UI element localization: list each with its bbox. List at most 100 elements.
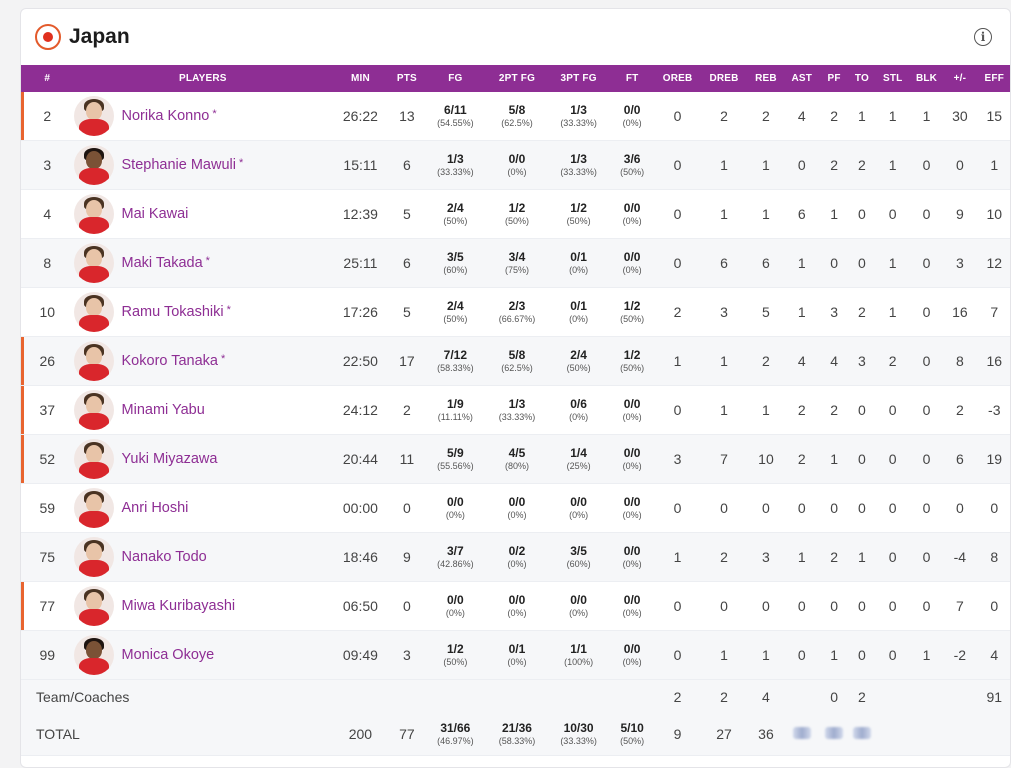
made-attempted: 3/4 bbox=[508, 250, 526, 264]
column-header[interactable]: STL bbox=[875, 65, 910, 92]
column-header[interactable]: +/- bbox=[943, 65, 977, 92]
column-header[interactable]: BLK bbox=[909, 65, 944, 92]
jersey-number: 26 bbox=[21, 336, 74, 386]
player-name-link[interactable]: Stephanie Mawuli * bbox=[122, 157, 244, 173]
player-info: Ramu Tokashiki * bbox=[73, 288, 333, 336]
column-header[interactable]: FT bbox=[608, 65, 656, 92]
stat-to: 0 bbox=[848, 189, 876, 239]
player-name[interactable]: Ramu Tokashiki bbox=[122, 304, 224, 320]
avatar[interactable] bbox=[73, 341, 114, 381]
column-header[interactable]: EFF bbox=[976, 65, 1010, 92]
player-name-link[interactable]: Monica Okoye bbox=[122, 647, 215, 663]
column-header[interactable]: 2PT FG bbox=[485, 65, 549, 92]
shot-cell: 31/66 (46.97%) bbox=[425, 713, 486, 756]
player-cell: Nanako Todo bbox=[73, 532, 333, 582]
table-row: 75 Nanako Todo 18:46 9 3/7 (42.86%) 0/2 (0%) 3/5… bbox=[21, 532, 1010, 582]
player-name-link[interactable]: Maki Takada * bbox=[122, 255, 210, 271]
avatar[interactable] bbox=[73, 194, 114, 234]
stat-eff: 0 bbox=[976, 581, 1010, 631]
shot-cell: 0/0 (0%) bbox=[485, 483, 549, 533]
avatar[interactable] bbox=[73, 488, 114, 528]
player-name[interactable]: Norika Konno bbox=[122, 108, 210, 124]
column-header[interactable]: PF bbox=[819, 65, 849, 92]
stat-pf: 2 bbox=[819, 385, 849, 435]
stat-pm: -2 bbox=[943, 630, 977, 680]
stat-eff: 16 bbox=[976, 336, 1010, 386]
empty-cell bbox=[909, 713, 944, 756]
avatar[interactable] bbox=[73, 390, 114, 430]
player-name-link[interactable]: Kokoro Tanaka * bbox=[122, 353, 226, 369]
player-name-link[interactable]: Norika Konno * bbox=[122, 108, 217, 124]
shot-stat: 2/4 (50%) bbox=[425, 202, 486, 226]
player-name-link[interactable]: Mai Kawai bbox=[122, 206, 189, 222]
avatar[interactable] bbox=[73, 439, 114, 479]
shot-cell: 2/3 (66.67%) bbox=[485, 287, 549, 337]
shot-stat: 2/3 (66.67%) bbox=[486, 300, 549, 324]
stat-dreb: 2 bbox=[699, 92, 749, 141]
player-name[interactable]: Kokoro Tanaka bbox=[122, 353, 218, 369]
player-name-link[interactable]: Minami Yabu bbox=[122, 402, 205, 418]
column-header[interactable]: TO bbox=[848, 65, 876, 92]
player-name[interactable]: Anri Hoshi bbox=[122, 500, 189, 516]
avatar[interactable] bbox=[73, 635, 114, 675]
made-attempted: 0/0 bbox=[623, 544, 641, 558]
stat-eff: 0 bbox=[976, 483, 1010, 533]
avatar[interactable] bbox=[73, 537, 114, 577]
player-name[interactable]: Mai Kawai bbox=[122, 206, 189, 222]
stat-oreb: 0 bbox=[655, 189, 700, 239]
boxscore-table: # PLAYERS MIN PTS FG 2PT FG 3PT FG FT OREB DREB RE… bbox=[21, 65, 1010, 756]
made-attempted: 10/30 bbox=[563, 721, 594, 736]
info-icon[interactable]: i bbox=[974, 28, 992, 46]
avatar[interactable] bbox=[73, 145, 114, 185]
player-name[interactable]: Stephanie Mawuli bbox=[122, 157, 236, 173]
stat-oreb: 1 bbox=[655, 336, 700, 386]
shot-cell: 1/2 (50%) bbox=[608, 336, 656, 386]
column-header[interactable]: 3PT FG bbox=[548, 65, 609, 92]
shot-stat: 21/36 (58.33%) bbox=[486, 722, 549, 746]
player-name-link[interactable]: Nanako Todo bbox=[122, 549, 207, 565]
percentage: (0%) bbox=[445, 510, 465, 520]
team-name: Japan bbox=[69, 25, 130, 48]
stat-ast: 4 bbox=[783, 92, 820, 141]
player-name-link[interactable]: Ramu Tokashiki * bbox=[122, 304, 231, 320]
avatar[interactable] bbox=[73, 586, 114, 626]
stat-reb: 36 bbox=[748, 713, 784, 756]
shot-cell: 0/0 (0%) bbox=[608, 238, 656, 288]
made-attempted: 2/4 bbox=[447, 299, 464, 313]
player-name-link[interactable]: Yuki Miyazawa bbox=[122, 451, 218, 467]
column-header[interactable]: FG bbox=[425, 65, 486, 92]
column-header[interactable]: PTS bbox=[388, 65, 426, 92]
player-name[interactable]: Maki Takada bbox=[122, 255, 203, 271]
percentage: (50%) bbox=[443, 314, 468, 324]
column-header[interactable]: AST bbox=[783, 65, 820, 92]
player-name-link[interactable]: Anri Hoshi bbox=[122, 500, 189, 516]
table-row: 52 Yuki Miyazawa 20:44 11 5/9 (55.56%) 4/5 (80%… bbox=[21, 434, 1010, 484]
player-name-link[interactable]: Miwa Kuribayashi bbox=[122, 598, 236, 614]
shot-cell: 0/0 (0%) bbox=[608, 434, 656, 484]
column-header[interactable]: MIN bbox=[332, 65, 389, 92]
avatar[interactable] bbox=[73, 96, 114, 136]
minutes: 09:49 bbox=[332, 630, 389, 680]
jersey-number: 8 bbox=[21, 238, 74, 288]
avatar[interactable] bbox=[73, 292, 114, 332]
made-attempted: 0/1 bbox=[508, 642, 526, 656]
avatar[interactable] bbox=[73, 243, 114, 283]
column-header[interactable]: OREB bbox=[655, 65, 700, 92]
column-header[interactable]: DREB bbox=[699, 65, 749, 92]
column-header[interactable]: # bbox=[21, 65, 74, 92]
shot-stat: 0/0 (0%) bbox=[609, 545, 655, 569]
stat-dreb: 2 bbox=[699, 679, 749, 714]
column-header[interactable]: REB bbox=[748, 65, 784, 92]
player-name[interactable]: Monica Okoye bbox=[122, 647, 215, 663]
player-name[interactable]: Nanako Todo bbox=[122, 549, 207, 565]
shot-stat: 2/4 (50%) bbox=[425, 300, 486, 324]
stat-pf: 0 bbox=[819, 581, 849, 631]
stat-eff: 91 bbox=[976, 679, 1010, 714]
shot-cell: 1/3 (33.33%) bbox=[548, 92, 609, 141]
starter-marker: * bbox=[205, 255, 210, 267]
player-name[interactable]: Miwa Kuribayashi bbox=[122, 598, 236, 614]
player-name[interactable]: Yuki Miyazawa bbox=[122, 451, 218, 467]
column-header[interactable]: PLAYERS bbox=[73, 65, 333, 92]
minutes: 17:26 bbox=[332, 287, 389, 337]
player-name[interactable]: Minami Yabu bbox=[122, 402, 205, 418]
